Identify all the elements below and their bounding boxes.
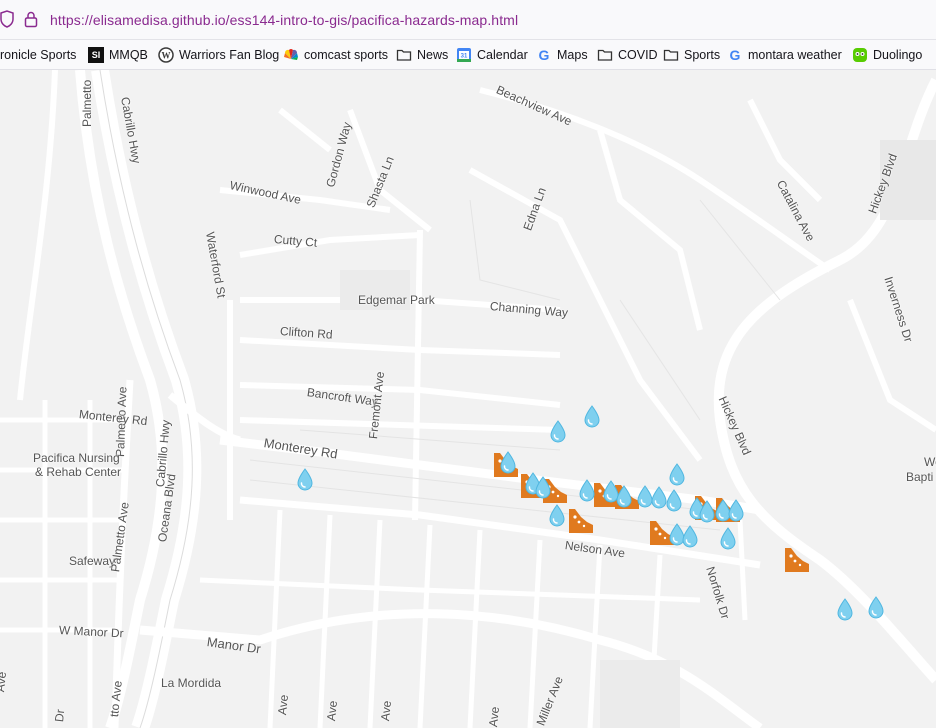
water-drop-icon[interactable]: [296, 468, 314, 492]
label-ave-3: Ave: [324, 699, 341, 722]
folder-icon: [396, 49, 412, 61]
bookmark-mmqb[interactable]: SI MMQB: [88, 46, 148, 64]
bookmark-label: ronicle Sports: [0, 48, 77, 62]
duolingo-icon: [853, 48, 867, 62]
bookmark-label: comcast sports: [304, 48, 389, 62]
water-drop-icon[interactable]: [727, 499, 745, 523]
bookmark-warriors-fan-blog[interactable]: W Warriors Fan Blog: [158, 46, 279, 64]
label-la-mordida: La Mordida: [161, 676, 222, 690]
calendar-icon: 31: [457, 48, 471, 62]
landslide-icon[interactable]: [785, 548, 809, 572]
bookmark-duolingo[interactable]: Duolingo: [852, 46, 922, 64]
label-we: We: [924, 455, 936, 469]
bookmark-label: MMQB: [109, 48, 148, 62]
water-drop-icon[interactable]: [836, 598, 854, 622]
label-palmetto-top: Palmetto: [80, 79, 94, 127]
bookmark-covid[interactable]: COVID: [597, 46, 658, 64]
label-dr-1: Dr: [52, 708, 68, 723]
landslide-icon[interactable]: [569, 509, 593, 533]
si-icon: SI: [88, 47, 104, 63]
water-drop-icon[interactable]: [548, 504, 566, 528]
water-drop-icon[interactable]: [665, 489, 683, 513]
label-ave-2: Ave: [275, 693, 292, 716]
nbc-icon: [284, 49, 298, 60]
shield-icon[interactable]: [0, 10, 14, 28]
bookmark-comcast-sports[interactable]: comcast sports: [283, 46, 388, 64]
water-drop-icon[interactable]: [615, 485, 633, 509]
water-drop-icon[interactable]: [668, 463, 686, 487]
bookmark-sports[interactable]: Sports: [663, 46, 720, 64]
wordpress-icon: W: [158, 47, 174, 63]
bookmark-label: News: [417, 48, 449, 62]
bookmark-label: Maps: [557, 48, 588, 62]
water-drop-icon[interactable]: [499, 451, 517, 475]
bookmark-montara-weather[interactable]: G montara weather: [727, 46, 842, 64]
water-drop-icon[interactable]: [719, 527, 737, 551]
bookmark-chronicle-sports[interactable]: ronicle Sports: [0, 46, 76, 64]
svg-text:31: 31: [461, 54, 468, 60]
bookmark-label: Warriors Fan Blog: [179, 48, 280, 62]
water-drop-icon[interactable]: [867, 596, 885, 620]
url-bar[interactable]: https://elisamedisa.github.io/ess144-int…: [0, 0, 936, 40]
hazards-map[interactable]: Palmetto Cabrillo Hwy Beachview Ave Gord…: [0, 70, 936, 728]
bookmarks-bar: ronicle Sports SI MMQB W Warriors Fan Bl…: [0, 40, 936, 70]
label-bapti: Bapti: [906, 470, 934, 484]
label-ave-5: Ave: [486, 705, 503, 728]
bookmark-label: COVID: [618, 48, 658, 62]
svg-text:W: W: [162, 51, 171, 61]
url-text[interactable]: https://elisamedisa.github.io/ess144-int…: [50, 12, 518, 28]
bookmark-label: Duolingo: [873, 48, 923, 62]
label-pacifica-nursing-2: & Rehab Center: [35, 465, 122, 479]
lock-icon[interactable]: [24, 10, 38, 28]
label-ave-4: Ave: [378, 699, 395, 722]
bookmark-news[interactable]: News: [396, 46, 448, 64]
bookmark-label: Sports: [684, 48, 721, 62]
water-drop-icon[interactable]: [583, 405, 601, 429]
water-drop-icon[interactable]: [534, 476, 552, 500]
water-drop-icon[interactable]: [681, 525, 699, 549]
bookmark-label: montara weather: [748, 48, 842, 62]
bookmark-label: Calendar: [477, 48, 528, 62]
bookmark-maps[interactable]: G Maps: [536, 46, 588, 64]
bookmark-calendar[interactable]: 31 Calendar: [456, 46, 528, 64]
folder-icon: [663, 49, 679, 61]
google-icon: G: [729, 47, 741, 63]
label-pacifica-nursing-1: Pacifica Nursing: [33, 451, 120, 465]
water-drop-icon[interactable]: [578, 479, 596, 503]
water-drop-icon[interactable]: [549, 420, 567, 444]
google-icon: G: [538, 47, 550, 63]
label-edgemar: Edgemar Park: [358, 293, 435, 307]
basemap-roads: [0, 70, 936, 728]
folder-icon: [597, 49, 613, 61]
